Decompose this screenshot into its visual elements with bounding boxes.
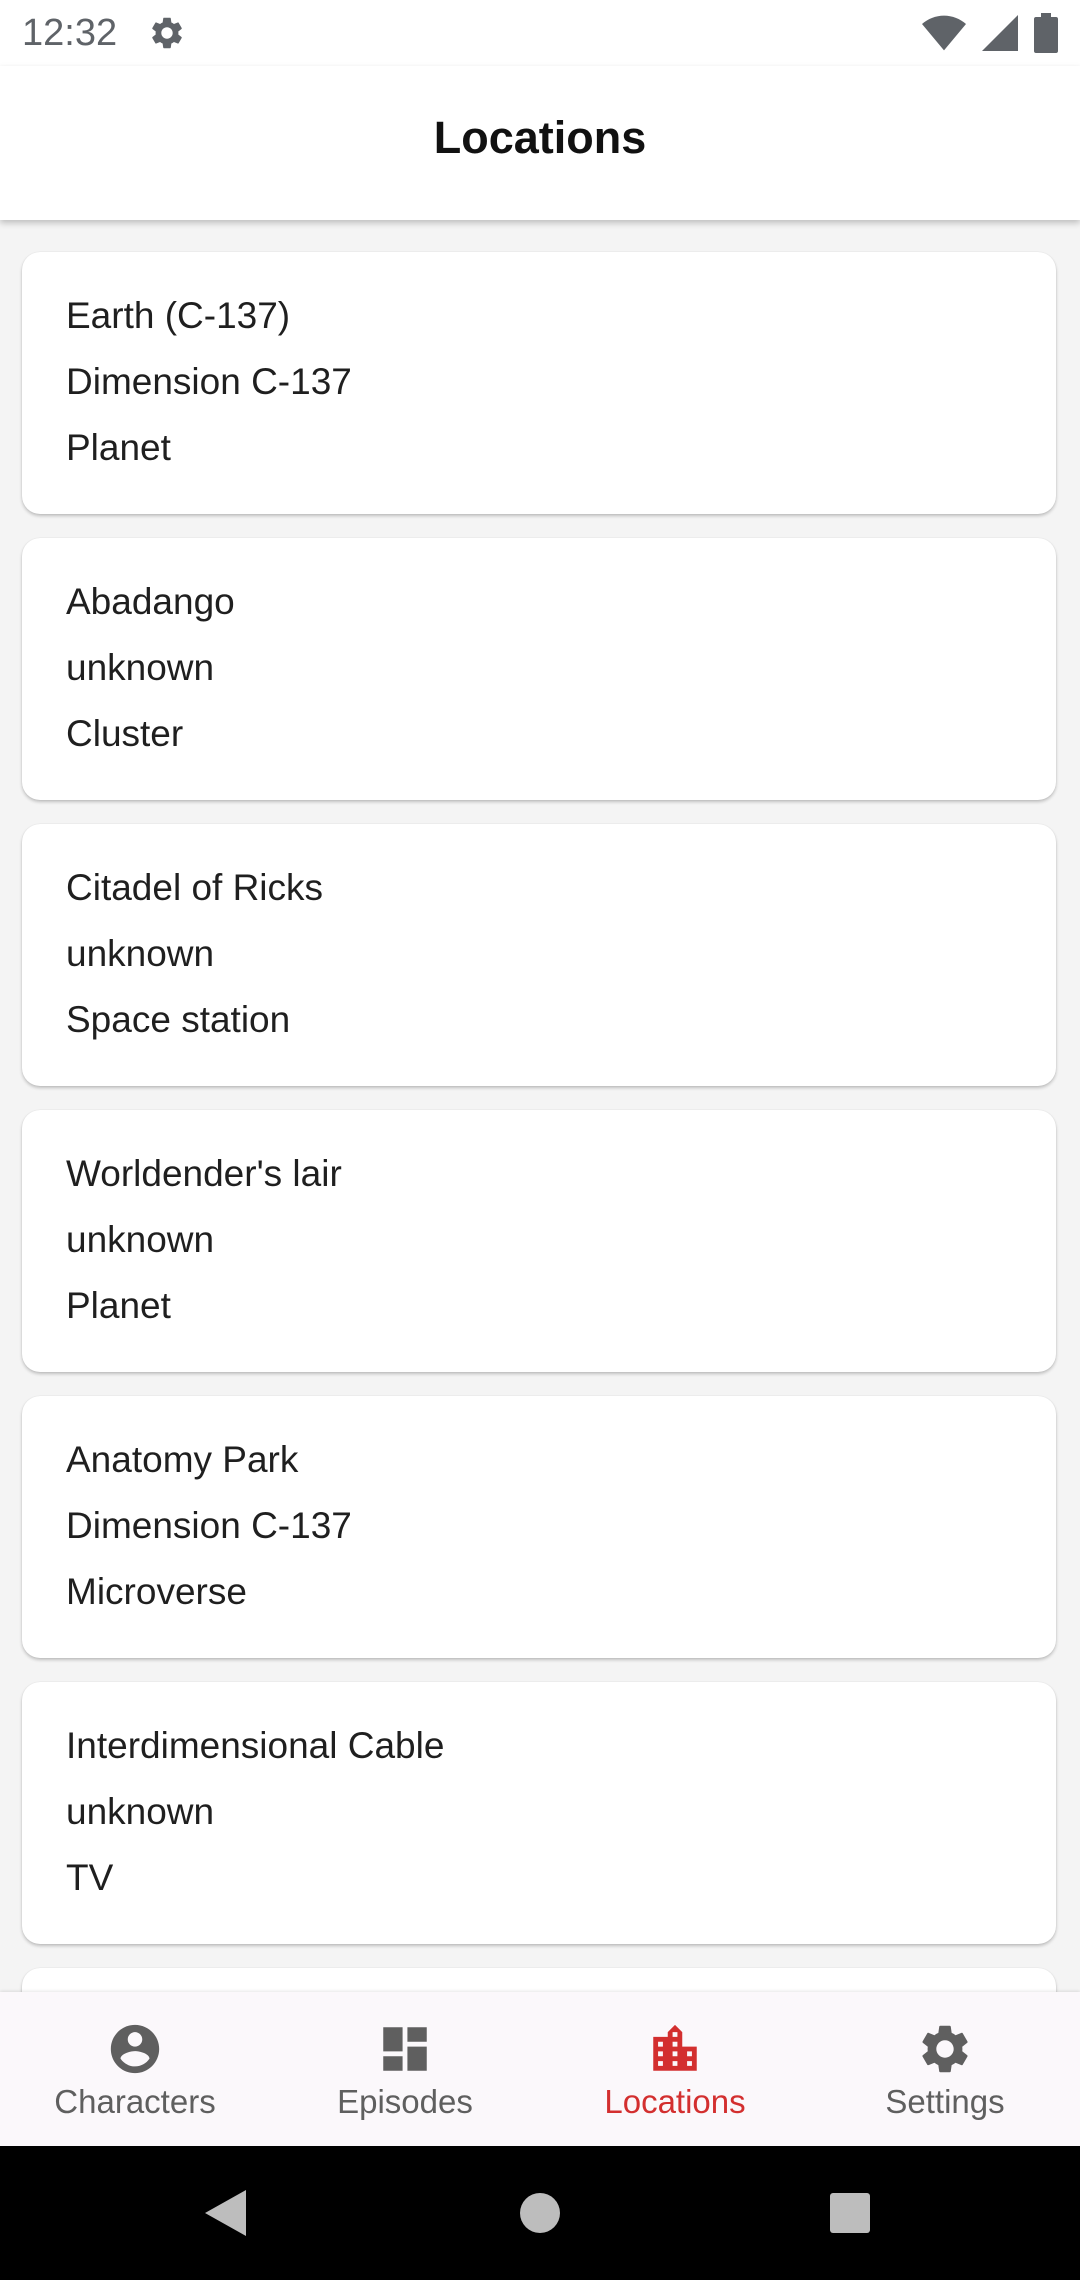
location-dimension: unknown	[66, 647, 215, 688]
location-name: Citadel of Ricks	[66, 867, 324, 908]
location-name: Earth (C-137)	[66, 295, 291, 336]
nav-label-episodes: Episodes	[337, 2083, 473, 2120]
nav-item-episodes[interactable]: Episodes	[270, 1992, 540, 2146]
bottom-navigation: Characters Episodes Locations Settings	[0, 1992, 1080, 2146]
gear-icon	[152, 17, 182, 49]
location-dimension: Dimension C-137	[66, 1505, 352, 1546]
location-dimension: unknown	[66, 933, 215, 974]
location-card[interactable]: Abadango unknown Cluster	[22, 538, 1056, 800]
nav-item-locations[interactable]: Locations	[540, 1992, 810, 2146]
app-screen: 12:32 Locations Earth (C-137) Dimension …	[0, 0, 1080, 2280]
location-dimension: unknown	[66, 1791, 215, 1832]
location-type: Cluster	[66, 713, 184, 754]
battery-icon	[1034, 13, 1058, 53]
wifi-icon	[922, 15, 966, 51]
signal-icon	[982, 15, 1018, 51]
locations-list[interactable]: Earth (C-137) Dimension C-137 Planet Aba…	[0, 220, 1080, 1992]
location-name: Anatomy Park	[66, 1439, 299, 1480]
status-icons	[922, 12, 1058, 54]
system-navigation-bar	[0, 2146, 1080, 2280]
location-name: Abadango	[66, 581, 235, 622]
location-card[interactable]: Citadel of Ricks unknown Space station	[22, 824, 1056, 1086]
page-title: Locations	[433, 112, 647, 163]
dashboard-icon	[383, 2027, 427, 2071]
nav-item-characters[interactable]: Characters	[0, 1992, 270, 2146]
location-type: Planet	[66, 427, 171, 468]
nav-label-settings: Settings	[885, 2083, 1005, 2120]
status-time: 12:32	[22, 12, 118, 54]
status-bar: 12:32	[0, 0, 1080, 66]
location-type: Planet	[66, 1285, 171, 1326]
location-card[interactable]: Anatomy Park Dimension C-137 Microverse	[22, 1396, 1056, 1658]
location-card[interactable]: Earth (C-137) Dimension C-137 Planet	[22, 252, 1056, 514]
location-name: Interdimensional Cable	[66, 1725, 445, 1766]
location-card-partial[interactable]	[22, 1968, 1056, 1992]
nav-item-settings[interactable]: Settings	[810, 1992, 1080, 2146]
home-icon[interactable]	[518, 2188, 562, 2238]
location-dimension: unknown	[66, 1219, 215, 1260]
account-circle-icon	[110, 2024, 160, 2074]
location-dimension: Dimension C-137	[66, 361, 352, 402]
location-type: Microverse	[66, 1571, 247, 1612]
settings-gear-icon	[922, 2025, 968, 2073]
nav-label-characters: Characters	[54, 2083, 216, 2120]
location-card[interactable]: Interdimensional Cable unknown TV	[22, 1682, 1056, 1944]
location-name: Worldender's lair	[66, 1153, 342, 1194]
location-type: Space station	[66, 999, 291, 1040]
recents-icon[interactable]	[828, 2188, 872, 2238]
location-type: TV	[66, 1857, 114, 1898]
app-bar: Locations	[0, 66, 1080, 220]
location-city-icon	[653, 2024, 697, 2071]
location-card[interactable]: Worldender's lair unknown Planet	[22, 1110, 1056, 1372]
nav-label-locations: Locations	[604, 2083, 746, 2120]
back-icon[interactable]	[202, 2188, 248, 2238]
